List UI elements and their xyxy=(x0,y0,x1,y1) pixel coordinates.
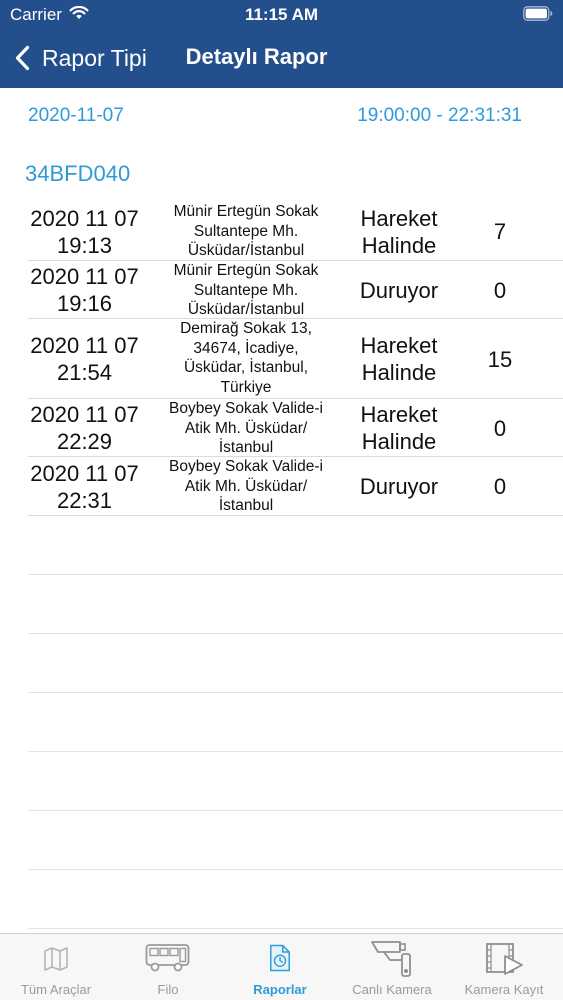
report-content: 2020-11-07 19:00:00 - 22:31:31 34BFD040 … xyxy=(0,88,563,933)
row-datetime: 2020 11 07 22:29 xyxy=(22,401,147,455)
tab-canli-kamera[interactable]: Canlı Kamera xyxy=(336,934,448,1000)
table-row[interactable]: 2020 11 07 22:29 Boybey Sokak Valide-i Atik… xyxy=(0,399,563,457)
battery-icon xyxy=(523,6,553,21)
table-row[interactable]: 2020 11 07 21:54 Demirağ Sokak 13, 34674, İ… xyxy=(0,319,563,399)
address-line: Atik Mh. Üsküdar/ xyxy=(184,419,308,437)
row-count: 0 xyxy=(493,415,507,441)
status-line: Hareket xyxy=(360,333,438,358)
empty-row-divider xyxy=(28,928,563,929)
row-datetime: 2020 11 07 21:54 xyxy=(22,332,147,386)
row-address: Boybey Sokak Valide-i Atik Mh. Üsküdar/İs… xyxy=(155,399,337,458)
report-time-range: 19:00:00 - 22:31:31 xyxy=(357,105,522,126)
address-line: Üsküdar/İstanbul xyxy=(187,242,305,259)
status-line: Halinde xyxy=(361,360,437,385)
row-time: 22:31 xyxy=(56,487,113,513)
tab-bar: Tüm Araçlar Filo Raporlar Canlı Kamera K… xyxy=(0,933,563,1000)
status-bar: Carrier 11:15 AM xyxy=(0,0,563,30)
row-status: Duruyor xyxy=(340,277,458,304)
row-datetime: 2020 11 07 19:13 xyxy=(22,205,147,259)
bus-icon xyxy=(145,944,190,972)
tab-kamera-kayit[interactable]: Kamera Kayıt xyxy=(448,934,560,1000)
table-row[interactable]: 2020 11 07 22:31 Boybey Sokak Valide-i Atik… xyxy=(0,457,563,516)
address-line: Atik Mh. Üsküdar/ xyxy=(184,477,308,495)
row-datetime: 2020 11 07 19:16 xyxy=(22,263,147,317)
row-address: Münir Ertegün Sokak Sultantepe Mh. Üsküdar… xyxy=(155,261,337,320)
navigation-bar: Rapor Tipi Detaylı Rapor xyxy=(0,30,563,88)
row-date: 2020 11 07 xyxy=(30,205,139,231)
status-line: Hareket xyxy=(360,205,438,231)
tab-raporlar[interactable]: Raporlar xyxy=(224,934,336,1000)
row-address: Münir Ertegün Sokak Sultantepe Mh. Üsküdar… xyxy=(155,202,337,261)
address-line: Sultantepe Mh. xyxy=(193,222,299,240)
report-date: 2020-11-07 xyxy=(28,105,124,126)
row-time: 21:54 xyxy=(56,360,113,385)
row-status: Hareket Halinde xyxy=(340,401,458,455)
address-line: Üsküdar/İstanbul xyxy=(187,301,305,318)
address-line: Sultantepe Mh. xyxy=(193,281,299,299)
table-row[interactable]: 2020 11 07 19:13 Münir Ertegün Sokak Sultan… xyxy=(0,202,563,261)
empty-row-divider xyxy=(28,574,563,575)
row-date: 2020 11 07 xyxy=(30,264,139,289)
report-clock-icon xyxy=(270,944,290,972)
security-camera-icon xyxy=(371,941,411,977)
empty-row-divider xyxy=(28,751,563,752)
row-time: 19:13 xyxy=(56,232,113,258)
empty-row-divider xyxy=(28,869,563,870)
table-row[interactable]: 2020 11 07 19:16 Münir Ertegün Sokak Sultan… xyxy=(0,261,563,319)
tab-label: Kamera Kayıt xyxy=(464,982,544,997)
page-title-text: Detaylı Rapor xyxy=(185,44,328,69)
tab-tum-araclar[interactable]: Tüm Araçlar xyxy=(0,934,112,1000)
empty-row-divider xyxy=(28,692,563,693)
empty-row-divider xyxy=(28,633,563,634)
status-line: Duruyor xyxy=(359,277,439,303)
video-play-icon xyxy=(486,943,523,975)
address-line: Türkiye xyxy=(220,378,272,396)
tab-label: Tüm Araçlar xyxy=(20,982,92,997)
row-address: Demirağ Sokak 13, 34674, İcadiye, Üsküdar,… xyxy=(155,319,337,397)
row-time: 22:29 xyxy=(56,429,113,454)
status-line: Hareket xyxy=(360,402,438,427)
status-line: Halinde xyxy=(361,232,437,258)
row-date: 2020 11 07 xyxy=(30,402,139,427)
app-header: Carrier 11:15 AM Rapor Tipi Detaylı Rapo… xyxy=(0,0,563,88)
row-count: 0 xyxy=(493,474,507,499)
row-count: 7 xyxy=(493,219,507,244)
status-time: 11:15 AM xyxy=(244,5,319,24)
row-address: Boybey Sokak Valide-i Atik Mh. Üsküdar/İs… xyxy=(155,457,337,516)
address-line: Münir Ertegün Sokak xyxy=(173,203,319,220)
row-datetime: 2020 11 07 22:31 xyxy=(22,460,147,514)
tab-label: Raporlar xyxy=(253,982,307,997)
row-time: 19:16 xyxy=(56,291,113,316)
row-status: Hareket Halinde xyxy=(340,205,458,259)
page-title: Detaylı Rapor xyxy=(0,44,563,70)
status-line: Duruyor xyxy=(359,474,439,499)
tab-label: Canlı Kamera xyxy=(352,982,432,997)
address-line: Üsküdar, İstanbul, xyxy=(183,359,309,376)
row-status: Hareket Halinde xyxy=(340,332,458,386)
tab-filo[interactable]: Filo xyxy=(112,934,224,1000)
status-line: Halinde xyxy=(361,429,437,454)
address-line: İstanbul xyxy=(218,439,274,456)
vehicle-plate: 34BFD040 xyxy=(25,161,131,186)
map-icon xyxy=(44,947,68,971)
row-count: 15 xyxy=(487,346,513,372)
report-table: 2020 11 07 19:13 Münir Ertegün Sokak Sultan… xyxy=(0,202,563,516)
address-line: Demirağ Sokak 13, xyxy=(180,320,312,337)
row-date: 2020 11 07 xyxy=(30,333,139,358)
tab-label: Filo xyxy=(157,982,179,997)
row-count: 0 xyxy=(493,277,507,303)
empty-row-divider xyxy=(28,810,563,811)
address-line: Münir Ertegün Sokak xyxy=(173,262,319,279)
address-line: Boybey Sokak Valide-i xyxy=(169,400,323,417)
address-line: Boybey Sokak Valide-i xyxy=(169,458,323,475)
row-status: Duruyor xyxy=(340,473,458,500)
address-line: 34674, İcadiye, xyxy=(193,339,299,357)
address-line: İstanbul xyxy=(218,497,274,514)
row-date: 2020 11 07 xyxy=(30,460,139,486)
